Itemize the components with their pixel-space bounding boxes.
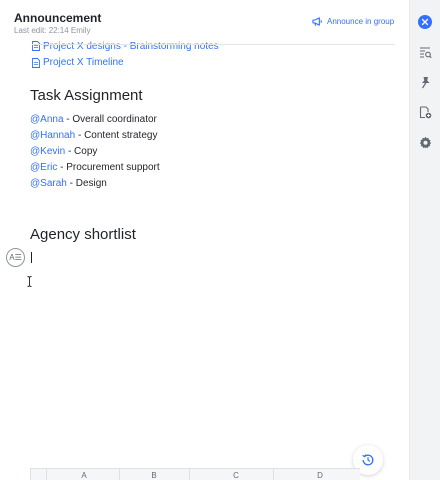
column-separator — [189, 469, 190, 480]
column-header-b[interactable]: B — [119, 471, 189, 480]
sheet-corner[interactable] — [31, 469, 47, 480]
search-list-icon[interactable] — [419, 46, 432, 59]
close-icon — [421, 18, 429, 26]
history-icon — [362, 454, 374, 466]
side-toolbar — [409, 0, 440, 480]
doc-link-label: Project X Timeline — [43, 57, 124, 68]
document-icon — [32, 57, 40, 68]
mention-hannah[interactable]: @Hannah — [30, 130, 75, 141]
mention-kevin[interactable]: @Kevin — [30, 146, 65, 157]
doc-link-brainstorming[interactable]: Project X designs - Brainstorming notes — [32, 40, 219, 52]
assignment-role: - Design — [66, 178, 107, 189]
mention-anna[interactable]: @Anna — [30, 114, 64, 125]
text-caret — [31, 252, 32, 263]
assignment-role: - Procurement support — [57, 162, 160, 173]
agency-shortlist-heading: Agency shortlist — [30, 226, 136, 243]
page-title: Announcement — [14, 11, 102, 25]
assignment-role: - Copy — [65, 146, 98, 157]
announce-label: Announce in group — [327, 17, 395, 26]
assignment-item: @Anna - Overall coordinator — [30, 114, 157, 125]
assignment-role: - Overall coordinator — [63, 114, 157, 125]
column-header-c[interactable]: C — [201, 471, 271, 480]
task-assignment-heading: Task Assignment — [30, 87, 143, 104]
doc-link-label: Project X designs - Brainstorming notes — [43, 40, 219, 52]
ibeam-cursor-icon — [27, 276, 32, 287]
assignment-item: @Hannah - Content strategy — [30, 130, 157, 141]
column-separator — [273, 469, 274, 480]
mention-sarah[interactable]: @Sarah — [30, 178, 67, 189]
last-edit-info: Last edit: 22:14 Emily — [14, 26, 91, 35]
block-style-handle[interactable]: A☰ — [6, 248, 25, 267]
gear-icon[interactable] — [419, 136, 432, 149]
doc-link-timeline[interactable]: Project X Timeline — [32, 57, 124, 68]
document-panel: Announcement Last edit: 22:14 Emily Anno… — [0, 0, 409, 480]
column-header-d[interactable]: D — [285, 471, 355, 480]
assignment-item: @Eric - Procurement support — [30, 162, 160, 173]
close-button[interactable] — [418, 15, 432, 29]
assignment-role: - Content strategy — [75, 130, 158, 141]
pin-icon[interactable] — [419, 76, 432, 89]
sheet-column-header: A B C D — [30, 468, 360, 480]
add-document-icon[interactable] — [419, 106, 432, 119]
announce-in-group-button[interactable]: Announce in group — [312, 16, 394, 27]
megaphone-icon — [312, 17, 322, 26]
assignment-item: @Kevin - Copy — [30, 146, 97, 157]
assignment-item: @Sarah - Design — [30, 178, 107, 189]
mention-eric[interactable]: @Eric — [30, 162, 57, 173]
document-icon — [32, 41, 40, 51]
column-header-a[interactable]: A — [49, 471, 119, 480]
header-divider — [32, 44, 395, 45]
document-header: Announcement Last edit: 22:14 Emily Anno… — [0, 0, 409, 44]
